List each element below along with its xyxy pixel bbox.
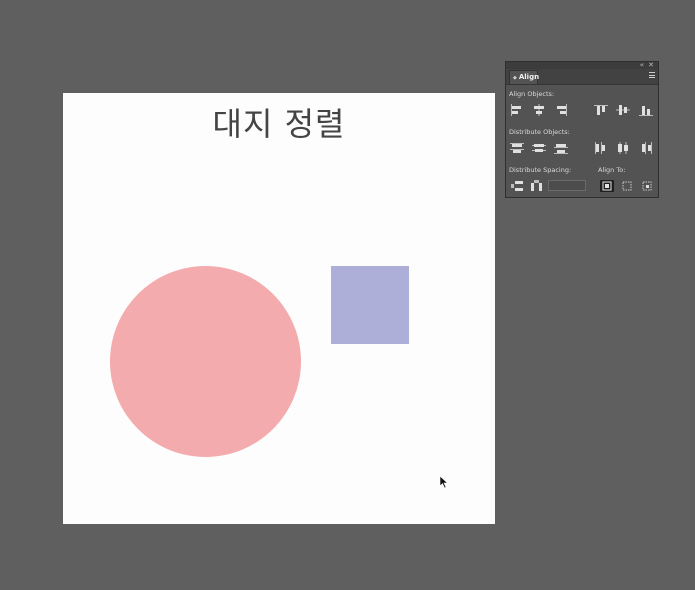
horizontal-distribute-right-icon[interactable] [639,142,653,154]
align-panel: « ✕ ◆ Align Align Objects: Distribute Obj… [505,61,659,198]
distribute-spacing-input[interactable] [548,180,586,191]
mouse-cursor-icon [439,475,449,489]
vertical-align-center-icon[interactable] [616,104,630,116]
align-to-selection-icon[interactable] [620,180,634,192]
panel-title-bar[interactable]: « ✕ [506,61,658,69]
collapse-panel-icon[interactable]: « [640,61,644,69]
tab-align[interactable]: ◆ Align [509,70,540,84]
horizontal-align-right-icon[interactable] [554,104,568,116]
tab-align-label: Align [518,73,540,81]
tab-expand-icon: ◆ [513,75,517,81]
vertical-distribute-space-icon[interactable] [510,180,524,192]
vertical-align-top-icon[interactable] [594,104,608,116]
distribute-spacing-label: Distribute Spacing: [509,166,572,174]
close-panel-icon[interactable]: ✕ [648,61,654,69]
vertical-distribute-center-icon[interactable] [532,142,546,154]
align-objects-label: Align Objects: [509,90,555,98]
panel-menu-icon[interactable] [649,72,655,78]
panel-tab-row: ◆ Align [506,69,658,85]
pink-circle-shape[interactable] [110,266,301,457]
vertical-align-bottom-icon[interactable] [639,104,653,116]
vertical-distribute-bottom-icon[interactable] [554,142,568,154]
horizontal-distribute-center-icon[interactable] [616,142,630,154]
artboard-title-text[interactable]: 대지 정렬 [63,99,495,145]
horizontal-align-left-icon[interactable] [510,104,524,116]
purple-square-shape[interactable] [331,266,409,344]
artboard[interactable]: 대지 정렬 [63,93,495,524]
align-to-artboard-icon[interactable] [600,180,614,192]
horizontal-distribute-left-icon[interactable] [594,142,608,154]
align-to-label: Align To: [598,166,626,174]
align-to-key-object-icon[interactable] [640,180,654,192]
distribute-objects-label: Distribute Objects: [509,128,570,136]
horizontal-distribute-space-icon[interactable] [530,180,544,192]
vertical-distribute-top-icon[interactable] [510,142,524,154]
horizontal-align-center-icon[interactable] [532,104,546,116]
